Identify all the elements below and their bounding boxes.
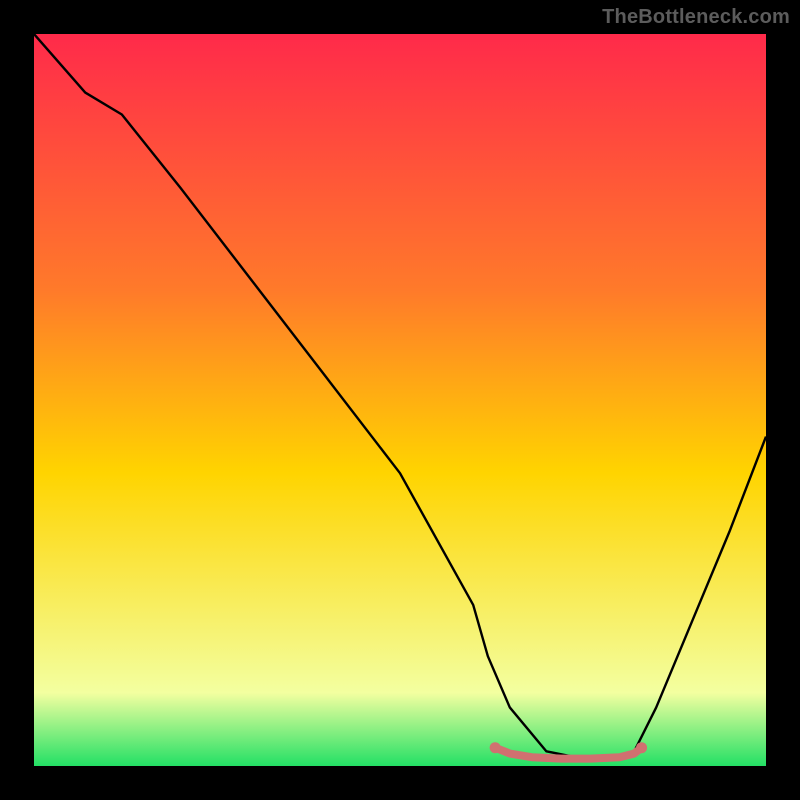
optimal-endpoint-right [636,742,647,753]
optimal-endpoint-left [490,742,501,753]
attribution-label: TheBottleneck.com [602,6,790,29]
plot-svg [34,34,766,766]
plot-area [34,34,766,766]
chart-container: TheBottleneck.com [0,0,800,800]
